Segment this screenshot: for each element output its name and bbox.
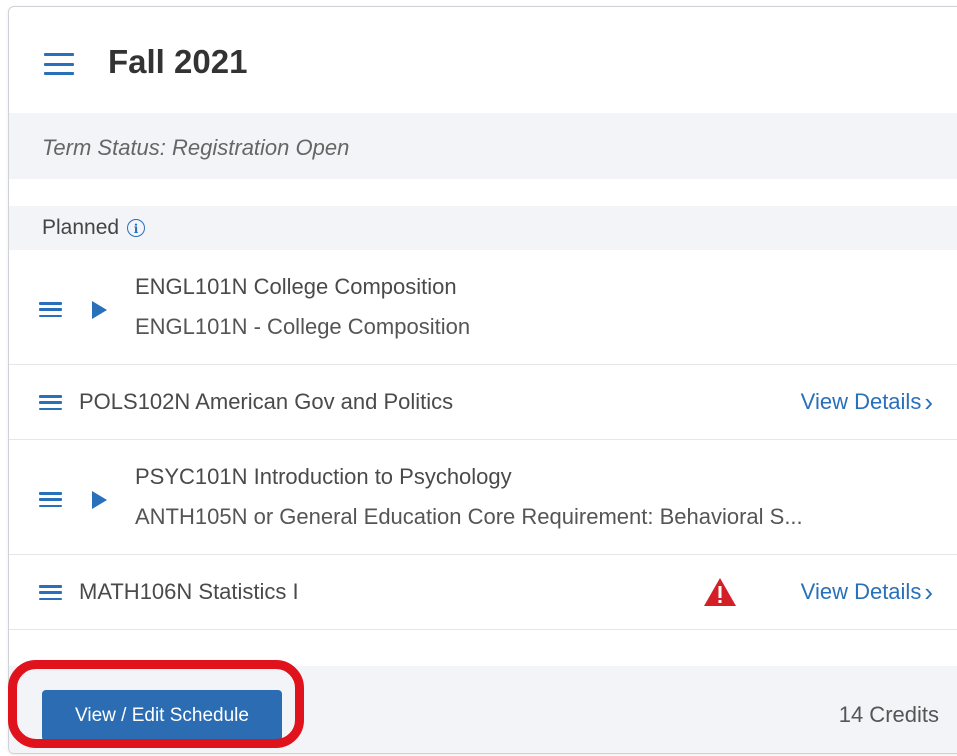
course-row-math106n: MATH106N Statistics I View Details › xyxy=(9,555,957,630)
drag-handle-icon[interactable] xyxy=(39,302,62,317)
view-edit-schedule-button[interactable]: View / Edit Schedule xyxy=(42,690,282,741)
drag-handle-icon[interactable] xyxy=(39,492,62,507)
course-title: MATH106N Statistics I xyxy=(79,579,299,604)
course-row-psyc101n: PSYC101N Introduction to Psychology ANTH… xyxy=(9,440,957,555)
drag-handle-icon[interactable] xyxy=(39,585,62,600)
expand-play-icon[interactable] xyxy=(92,301,107,319)
view-details-link[interactable]: View Details › xyxy=(801,389,933,415)
course-row-engl101n: ENGL101N College Composition ENGL101N - … xyxy=(9,250,957,365)
hamburger-menu-icon[interactable] xyxy=(44,53,74,75)
term-title: Fall 2021 xyxy=(108,43,248,80)
warning-triangle-icon[interactable] xyxy=(703,577,737,607)
view-details-link[interactable]: View Details › xyxy=(801,579,933,605)
planned-section-header: Planned i xyxy=(9,206,957,250)
term-card: Fall 2021 Term Status: Registration Open… xyxy=(8,6,957,754)
course-subtitle: ANTH105N or General Education Core Requi… xyxy=(135,504,803,529)
drag-handle-icon[interactable] xyxy=(39,395,62,410)
course-subtitle: ENGL101N - College Composition xyxy=(135,314,471,339)
course-title: POLS102N American Gov and Politics xyxy=(79,389,454,414)
course-title: PSYC101N Introduction to Psychology xyxy=(135,464,512,489)
info-icon[interactable]: i xyxy=(127,219,146,237)
course-title: ENGL101N College Composition xyxy=(135,274,457,299)
course-row-pols102n: POLS102N American Gov and Politics View … xyxy=(9,365,957,440)
chevron-right-icon: › xyxy=(924,577,933,607)
term-footer: View / Edit Schedule 14 Credits xyxy=(9,666,957,753)
credits-total: 14 Credits xyxy=(838,702,939,727)
term-status-bar: Term Status: Registration Open xyxy=(9,113,957,179)
planned-label: Planned xyxy=(42,216,120,239)
term-header: Fall 2021 xyxy=(9,7,957,113)
chevron-right-icon: › xyxy=(924,387,933,417)
view-details-label: View Details xyxy=(800,579,922,604)
term-status-text: Term Status: Registration Open xyxy=(42,135,350,160)
view-details-label: View Details xyxy=(800,389,922,414)
expand-play-icon[interactable] xyxy=(92,491,107,509)
